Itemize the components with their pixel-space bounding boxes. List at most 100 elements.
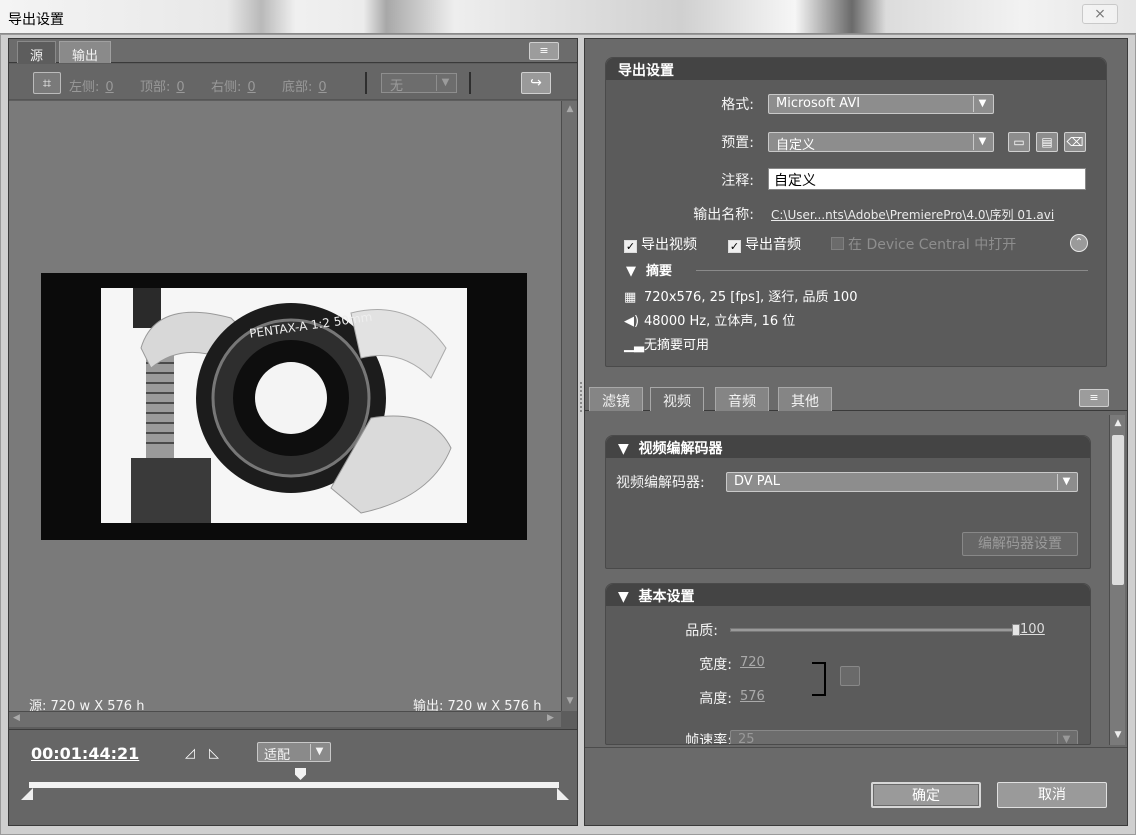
save-preset-icon[interactable]: ▭ (1008, 132, 1030, 152)
device-central-checkbox[interactable]: 在 Device Central 中打开 (831, 234, 1016, 254)
cancel-button[interactable]: 取消 (997, 782, 1107, 808)
in-point-marker-icon[interactable] (21, 788, 33, 800)
codec-select[interactable]: DV PAL ▼ (726, 472, 1078, 492)
out-point-marker-icon[interactable] (557, 788, 569, 800)
height-value[interactable]: 576 (740, 689, 765, 704)
summary-audio-text: 48000 Hz, 立体声, 16 位 (644, 314, 796, 329)
triangle-down-icon: ▼ (618, 441, 639, 457)
scroll-right-icon[interactable]: ▶ (547, 713, 554, 723)
summary-toggle[interactable]: ▼ 摘要 (626, 260, 672, 279)
trash-icon[interactable]: ⌫ (1064, 132, 1086, 152)
comment-label: 注释: (721, 173, 754, 189)
framerate-select[interactable]: 25 ▼ (730, 730, 1078, 744)
scroll-left-icon[interactable]: ◀ (13, 713, 20, 723)
preset-value: 自定义 (776, 138, 816, 153)
output-name-link[interactable]: C:\User...nts\Adobe\PremierePro\4.0\序列 0… (771, 206, 1054, 223)
rotate-arrow-icon[interactable]: ↪ (521, 72, 551, 94)
tab-audio[interactable]: 音频 (715, 387, 769, 411)
export-video-checkbox[interactable]: ✓ 导出视频 (624, 234, 697, 254)
import-preset-icon[interactable]: ▤ (1036, 132, 1058, 152)
tab-source[interactable]: 源 (17, 41, 57, 64)
preview-vertical-scrollbar[interactable]: ▲ ▼ (561, 101, 577, 711)
crop-right-value[interactable]: 0 (247, 80, 255, 95)
crop-bottom-label: 底部: (282, 80, 313, 95)
crop-top-value[interactable]: 0 (176, 80, 184, 95)
crop-left[interactable]: 左侧: 0 (69, 76, 114, 95)
preset-select[interactable]: 自定义 ▼ (768, 132, 994, 153)
video-codec-header[interactable]: ▼ 视频编解码器 (606, 436, 1090, 458)
settings-tab-bar: 滤镜 视频 音频 其他 ≡ (585, 385, 1127, 411)
width-label: 宽度: (699, 657, 732, 673)
quality-slider-handle[interactable] (1012, 624, 1020, 636)
crop-bottom-value[interactable]: 0 (318, 80, 326, 95)
zoom-fit-select[interactable]: 适配 ▼ (257, 742, 331, 763)
crop-ratio-value: 无 (390, 79, 404, 94)
timecode[interactable]: 00:01:44:21 (31, 744, 139, 763)
tab-video[interactable]: 视频 (650, 387, 704, 411)
video-codec-section: ▼ 视频编解码器 视频编解码器: DV PAL ▼ 编解码器设置 (605, 435, 1091, 569)
chevron-down-icon: ▼ (1057, 474, 1075, 490)
close-icon[interactable]: ⨯ (1082, 4, 1118, 24)
codec-settings-button[interactable]: 编解码器设置 (962, 532, 1078, 556)
checkbox-checked-icon: ✓ (728, 240, 741, 253)
tab-menu-icon[interactable]: ≡ (1079, 389, 1109, 407)
basic-settings-section: ▼ 基本设置 品质: 100 宽度: 720 高度: 576 帧速率: 25 ▼ (605, 583, 1091, 745)
panel-menu-icon[interactable]: ≡ (529, 42, 559, 60)
film-icon: ▦ (624, 290, 637, 305)
crop-icon[interactable]: ⌗ (33, 72, 61, 94)
scrollbar-thumb[interactable] (1112, 435, 1124, 585)
checkbox-checked-icon: ✓ (624, 240, 637, 253)
tab-output[interactable]: 输出 (59, 41, 112, 64)
crop-right[interactable]: 右侧: 0 (211, 76, 256, 95)
quality-value[interactable]: 100 (1020, 622, 1045, 637)
chevron-down-icon: ▼ (1057, 732, 1075, 744)
set-out-point-icon[interactable]: ◺ (209, 746, 219, 761)
settings-vertical-scrollbar[interactable]: ▲ ▼ (1109, 415, 1125, 745)
tab-other[interactable]: 其他 (778, 387, 832, 411)
constrain-proportions-checkbox[interactable] (840, 666, 860, 686)
triangle-down-icon: ▼ (626, 264, 636, 279)
preview-horizontal-scrollbar[interactable]: ◀ ▶ (9, 711, 561, 727)
quality-slider[interactable] (730, 628, 1016, 632)
quality-label: 品质: (685, 623, 718, 639)
comment-input[interactable]: 自定义 (768, 168, 1086, 190)
format-value: Microsoft AVI (776, 96, 861, 111)
scroll-up-icon[interactable]: ▲ (564, 103, 576, 115)
timeline-track[interactable] (29, 782, 559, 788)
scroll-up-icon[interactable]: ▲ (1112, 417, 1124, 429)
video-frame: PENTAX-A 1:2 50mm (41, 273, 527, 540)
crop-top[interactable]: 顶部: 0 (140, 76, 185, 95)
basic-settings-header[interactable]: ▼ 基本设置 (606, 584, 1090, 606)
summary-audio: ◀) 48000 Hz, 立体声, 16 位 (624, 310, 795, 329)
toolbar-divider (365, 72, 367, 94)
export-video-label: 导出视频 (641, 237, 697, 253)
crop-ratio-select[interactable]: 无 ▼ (381, 73, 457, 94)
crop-bottom[interactable]: 底部: 0 (282, 76, 327, 95)
chevron-down-icon: ▼ (973, 96, 991, 112)
export-settings-section: 导出设置 格式: Microsoft AVI ▼ 预置: 自定义 ▼ ▭ ▤ ⌫… (605, 57, 1107, 367)
scroll-down-icon[interactable]: ▼ (1112, 729, 1124, 741)
export-audio-checkbox[interactable]: ✓ 导出音频 (728, 234, 801, 254)
device-central-label: 在 Device Central 中打开 (848, 237, 1017, 253)
collapse-up-icon[interactable]: ⌃ (1070, 234, 1088, 252)
left-tab-bar: 源 输出 ≡ (9, 39, 577, 64)
scroll-down-icon[interactable]: ▼ (564, 695, 576, 707)
summary-divider (696, 270, 1088, 271)
preview-area: PENTAX-A 1:2 50mm (9, 101, 561, 711)
format-label: 格式: (721, 97, 754, 113)
tab-filters[interactable]: 滤镜 (589, 387, 643, 411)
source-output-panel: 源 输出 ≡ ⌗ 左侧: 0 顶部: 0 右侧: 0 底部: 0 无 ▼ ↪ P… (8, 38, 578, 826)
checkbox-unchecked-icon (831, 237, 844, 250)
crop-left-label: 左侧: (69, 80, 100, 95)
title-bar: 导出设置 ⨯ (0, 0, 1136, 34)
output-name-label: 输出名称: (693, 207, 754, 223)
set-in-point-icon[interactable]: ◿ (185, 746, 195, 761)
crop-toolbar: ⌗ 左侧: 0 顶部: 0 右侧: 0 底部: 0 无 ▼ ↪ (9, 64, 577, 100)
format-select[interactable]: Microsoft AVI ▼ (768, 94, 994, 114)
width-value[interactable]: 720 (740, 655, 765, 670)
playhead-icon[interactable] (295, 768, 306, 780)
ok-button[interactable]: 确定 (871, 782, 981, 808)
summary-none-text: 无摘要可用 (644, 338, 710, 353)
crop-left-value[interactable]: 0 (105, 80, 113, 95)
codec-label: 视频编解码器: (616, 475, 705, 491)
